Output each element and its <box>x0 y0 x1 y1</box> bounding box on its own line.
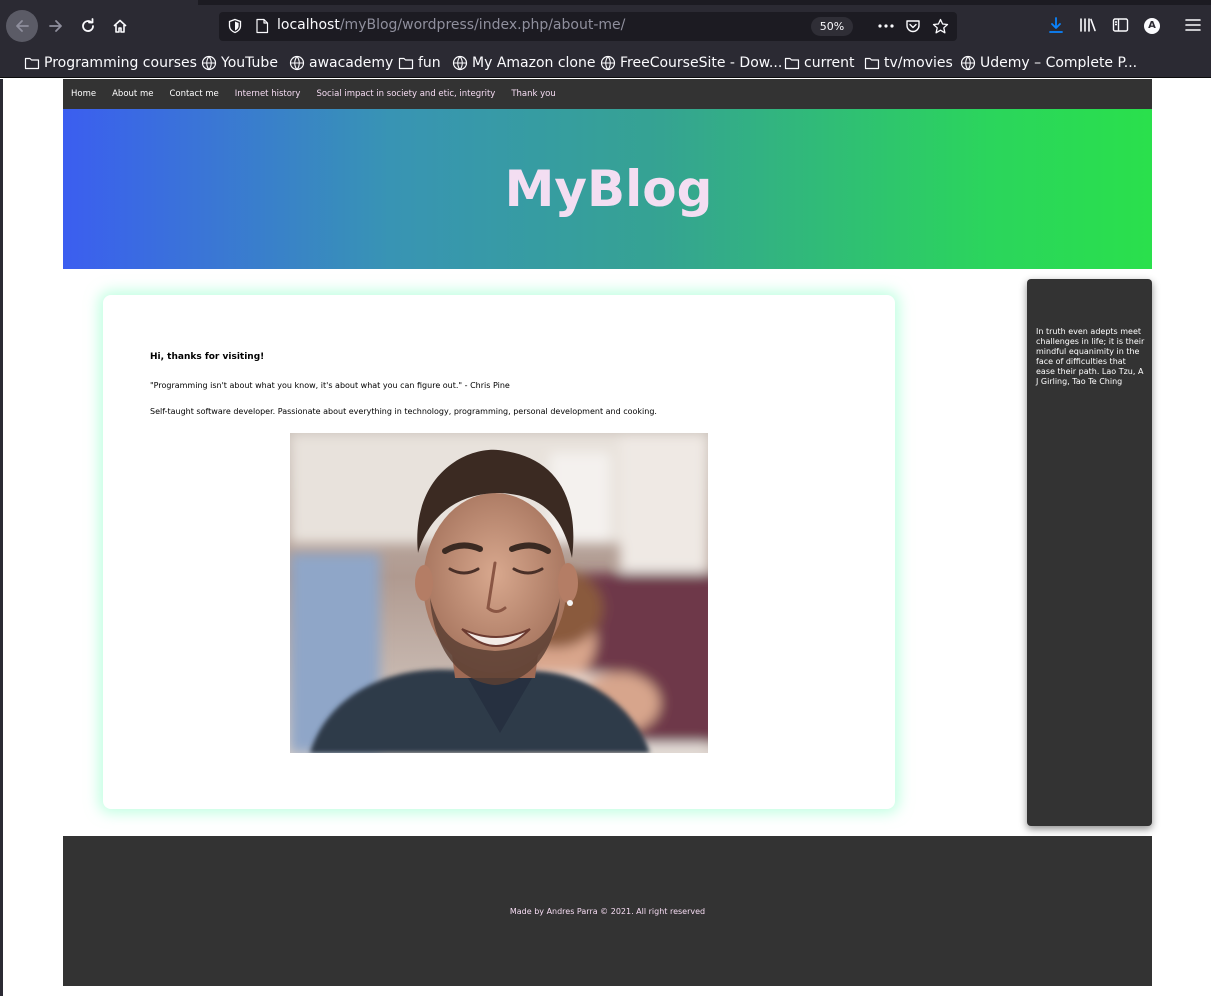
forward-button[interactable] <box>40 10 72 42</box>
bookmark-youtube[interactable]: YouTube <box>201 54 278 72</box>
site-container: Home About me Contact me Internet histor… <box>63 79 1152 986</box>
nav-item-about-me[interactable]: About me <box>112 89 153 99</box>
nav-item-thank-you[interactable]: Thank you <box>511 89 555 99</box>
bookmark-label: YouTube <box>221 55 278 71</box>
more-actions-icon[interactable] <box>877 18 895 34</box>
sidebar: In truth even adepts meet challenges in … <box>1027 279 1152 826</box>
bookmarks-bar: Programming courses YouTube awacademy fu… <box>0 48 1211 78</box>
account-initial: A <box>1148 20 1156 31</box>
shield-icon[interactable] <box>227 18 243 34</box>
library-icon[interactable] <box>1079 17 1097 33</box>
folder-icon <box>864 57 880 70</box>
bookmark-fun[interactable]: fun <box>398 54 441 72</box>
home-icon <box>113 19 127 33</box>
site-nav: Home About me Contact me Internet histor… <box>63 79 1152 109</box>
bookmark-label: awacademy <box>309 55 394 71</box>
nav-item-internet-history[interactable]: Internet history <box>235 89 301 99</box>
about-card: Hi, thanks for visiting! "Programming is… <box>103 295 895 809</box>
bookmark-awacademy[interactable]: awacademy <box>289 54 393 72</box>
arrow-left-icon <box>16 20 29 32</box>
globe-icon <box>201 55 217 71</box>
greeting-heading: Hi, thanks for visiting! <box>150 352 265 362</box>
home-button[interactable] <box>104 10 136 42</box>
bookmark-label: My Amazon clone <box>472 55 596 71</box>
tab-strip-edge <box>198 0 1211 5</box>
bio-text: Self-taught software developer. Passiona… <box>150 407 657 416</box>
globe-icon <box>600 55 616 71</box>
browser-toolbar: localhost/myBlog/wordpress/index.php/abo… <box>0 0 1211 48</box>
page-info-icon[interactable] <box>255 18 269 34</box>
bookmark-tv-movies[interactable]: tv/movies <box>864 54 953 72</box>
bookmark-label: tv/movies <box>884 55 953 71</box>
folder-icon <box>784 57 800 70</box>
bookmark-label: Udemy – Complete P... <box>980 55 1138 71</box>
profile-photo-illustration <box>290 433 708 753</box>
bookmark-amazon-clone[interactable]: My Amazon clone <box>452 54 595 72</box>
globe-icon <box>452 55 468 71</box>
nav-item-home[interactable]: Home <box>71 89 96 99</box>
globe-icon <box>960 55 976 71</box>
bookmark-udemy[interactable]: Udemy – Complete P... <box>960 54 1137 72</box>
site-title[interactable]: MyBlog <box>505 160 713 218</box>
nav-list: Home About me Contact me Internet histor… <box>63 79 1152 109</box>
site-header: MyBlog <box>63 109 1152 269</box>
zoom-indicator[interactable]: 50% <box>811 17 853 36</box>
bookmark-label: FreeCourseSite - Dow... <box>620 55 783 71</box>
sidebar-toggle-icon[interactable] <box>1112 17 1129 33</box>
bookmark-current[interactable]: current <box>784 54 855 72</box>
bookmark-freecoursesite[interactable]: FreeCourseSite - Dow... <box>600 54 782 72</box>
url-host: localhost <box>277 17 340 33</box>
reload-button[interactable] <box>72 10 104 42</box>
star-icon[interactable] <box>932 18 949 35</box>
nav-item-social-impact[interactable]: Social impact in society and etic, integ… <box>316 89 495 99</box>
url-text[interactable]: localhost/myBlog/wordpress/index.php/abo… <box>277 17 625 33</box>
folder-icon <box>24 57 40 70</box>
globe-icon <box>289 55 305 71</box>
bookmark-label: Programming courses <box>44 55 197 71</box>
hamburger-menu-icon[interactable] <box>1185 18 1201 32</box>
page-viewport: Home About me Contact me Internet histor… <box>0 79 1211 996</box>
footer-text: Made by Andres Parra © 2021. All right r… <box>509 906 706 916</box>
download-icon[interactable] <box>1047 16 1065 34</box>
reload-icon <box>82 18 94 32</box>
profile-photo <box>290 433 708 753</box>
nav-item-contact-me[interactable]: Contact me <box>169 89 218 99</box>
back-button[interactable] <box>6 10 38 42</box>
bookmark-label: fun <box>418 55 441 71</box>
quote-text: "Programming isn't about what you know, … <box>150 381 510 390</box>
url-bar[interactable]: localhost/myBlog/wordpress/index.php/abo… <box>219 12 957 41</box>
site-footer: Made by Andres Parra © 2021. All right r… <box>63 836 1152 986</box>
bookmark-programming-courses[interactable]: Programming courses <box>24 54 197 72</box>
pocket-icon[interactable] <box>905 18 921 34</box>
arrow-right-icon <box>49 20 62 32</box>
sidebar-quote: In truth even adepts meet challenges in … <box>1036 327 1145 386</box>
folder-icon <box>398 57 414 70</box>
url-path: /myBlog/wordpress/index.php/about-me/ <box>339 17 626 33</box>
bookmark-label: current <box>804 55 855 71</box>
